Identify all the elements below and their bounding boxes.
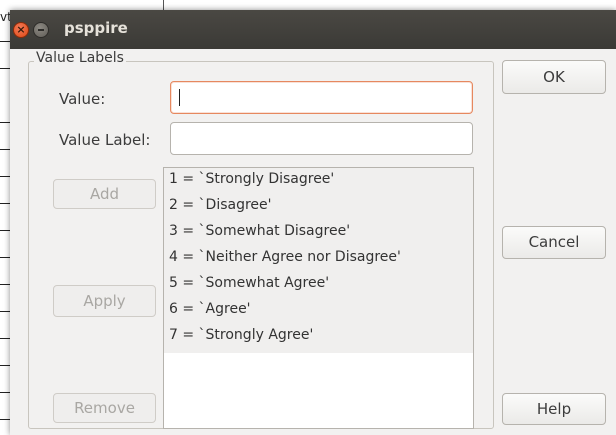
- value-field[interactable]: [171, 82, 472, 113]
- value-label: Value:: [59, 90, 106, 108]
- value-label-input[interactable]: [170, 122, 473, 155]
- value-label-label: Value Label:: [59, 131, 151, 149]
- background-grid-line: [0, 176, 10, 177]
- ok-button[interactable]: OK: [502, 60, 606, 94]
- value-label-field[interactable]: [171, 123, 472, 154]
- add-button[interactable]: Add: [53, 179, 156, 209]
- background-grid-line: [163, 0, 164, 10]
- background-grid-line: [0, 338, 10, 339]
- background-grid-line: [0, 68, 10, 69]
- background-grid-line: [0, 365, 10, 366]
- list-item[interactable]: 3 = `Somewhat Disagree': [169, 223, 350, 239]
- remove-button[interactable]: Remove: [53, 393, 156, 423]
- minimize-icon[interactable]: [33, 22, 49, 38]
- background-grid-line: [0, 419, 10, 420]
- background-grid-line: [0, 284, 10, 285]
- background-grid-line: [0, 257, 10, 258]
- list-item[interactable]: 1 = `Strongly Disagree': [169, 171, 334, 187]
- background-grid-line: [0, 311, 10, 312]
- background-grid-line: [0, 149, 10, 150]
- list-item[interactable]: 5 = `Somewhat Agree': [169, 275, 329, 291]
- background-grid-line: [0, 122, 10, 123]
- value-labels-dialog: × psppire Value Labels Value: Value Labe…: [10, 10, 616, 435]
- background-grid-line: [0, 230, 10, 231]
- cancel-button[interactable]: Cancel: [502, 226, 606, 259]
- frame-label: Value Labels: [34, 50, 126, 66]
- apply-button[interactable]: Apply: [53, 285, 156, 317]
- help-button[interactable]: Help: [502, 393, 606, 425]
- list-content: 1 = `Strongly Disagree' 2 = `Disagree' 3…: [164, 168, 473, 353]
- window-title: psppire: [64, 19, 128, 37]
- value-labels-list[interactable]: 1 = `Strongly Disagree' 2 = `Disagree' 3…: [163, 167, 474, 429]
- text-caret: [179, 89, 180, 106]
- list-item[interactable]: 2 = `Disagree': [169, 197, 272, 213]
- value-input[interactable]: [170, 81, 473, 114]
- list-item[interactable]: 4 = `Neither Agree nor Disagree': [169, 249, 401, 265]
- background-grid-line: [0, 203, 10, 204]
- list-item[interactable]: 6 = `Agree': [169, 301, 251, 317]
- background-grid-line: [0, 392, 10, 393]
- list-item[interactable]: 7 = `Strongly Agree': [169, 327, 313, 343]
- titlebar: × psppire: [10, 10, 616, 49]
- background-grid-line: [0, 41, 10, 42]
- close-icon[interactable]: ×: [13, 22, 29, 38]
